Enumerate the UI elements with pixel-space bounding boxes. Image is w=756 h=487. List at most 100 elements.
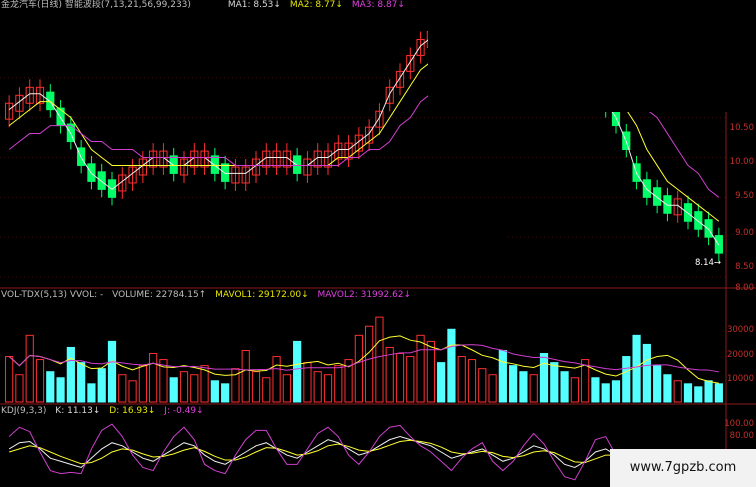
volume-bar <box>282 374 291 403</box>
volume-bar <box>714 383 723 403</box>
ma3-readout: MA3: 8.87↓ <box>351 0 405 10</box>
volume-bar <box>15 374 24 403</box>
volume-bar <box>365 325 374 403</box>
volume-bar <box>107 340 117 403</box>
candle-body <box>663 195 672 214</box>
price-tick-label: 8.50 <box>735 262 754 272</box>
volume-bar <box>375 316 384 403</box>
kdj-k-readout: K: 11.13↓ <box>55 406 101 416</box>
kdj-d-readout: D: 16.93↓ <box>109 406 156 416</box>
volume-bar <box>457 356 466 403</box>
volume-bar <box>293 340 302 403</box>
volume-bar <box>447 328 456 403</box>
volume-header: VOL-TDX(5,13) VVOL: - VOLUME: 22784.15↑ … <box>1 290 417 301</box>
volume-bar <box>272 356 281 403</box>
volume-tick-label: 20000 <box>726 350 754 360</box>
volume-readout: VOLUME: 22784.15↑ <box>112 290 207 300</box>
volume-bar <box>313 371 322 403</box>
kdj-label: KDJ(9,3,3) <box>1 406 47 416</box>
volume-bar <box>570 377 579 403</box>
volume-label: VOL-TDX(5,13) VVOL: - <box>1 290 104 300</box>
volume-bar <box>66 346 75 403</box>
watermark-badge: www.7gpzb.com <box>610 449 756 487</box>
volume-tick-label: 30000 <box>726 325 754 335</box>
volume-bar <box>663 374 672 403</box>
volume-bar <box>437 362 446 403</box>
occluding-black-box <box>250 222 505 263</box>
volume-bar <box>704 380 713 403</box>
price-tick-label: 9.50 <box>735 191 754 201</box>
volume-bar <box>118 374 127 403</box>
volume-bar <box>87 383 96 403</box>
candle-body <box>694 211 703 230</box>
candle-body <box>46 91 55 111</box>
candle-body <box>221 163 230 182</box>
volume-bar <box>179 371 189 403</box>
volume-bar <box>632 334 641 403</box>
candle-body <box>653 187 662 206</box>
volume-bar <box>683 383 693 403</box>
mavol2-readout: MAVOL2: 31992.62↓ <box>317 290 412 300</box>
main-header: 金龙汽车(日线) 智能波段(7,13,21,56,99,233) MA1: 8.… <box>1 0 411 11</box>
price-tick-label: 8.00 <box>735 283 754 293</box>
volume-bar <box>601 383 610 403</box>
candle-body <box>210 155 219 174</box>
volume-bar <box>5 356 14 403</box>
volume-bar <box>478 368 487 403</box>
volume-bar <box>694 386 703 403</box>
volume-bar <box>611 380 621 403</box>
volume-bar <box>251 371 261 403</box>
volume-bar <box>138 365 147 403</box>
price-tick-label: 10.00 <box>729 157 754 167</box>
volume-bar <box>591 377 600 403</box>
candle-body <box>169 155 178 174</box>
volume-bar <box>529 374 538 403</box>
volume-bar <box>25 334 34 403</box>
volume-tick-label: 10000 <box>726 374 754 384</box>
ma1-readout: MA1: 8.53↓ <box>227 0 281 10</box>
volume-bar <box>35 359 45 403</box>
candle-body <box>293 155 302 174</box>
kdj-header: KDJ(9,3,3) K: 11.13↓ D: 16.93↓ J: -0.49↓ <box>1 406 210 417</box>
volume-bar <box>210 380 219 403</box>
volume-bar <box>416 334 425 403</box>
volume-bar <box>560 371 569 403</box>
kdj-tick-label: 100.00 <box>724 419 754 429</box>
candle-body <box>97 171 106 190</box>
volume-bar <box>519 371 528 403</box>
main-title: 金龙汽车(日线) 智能波段(7,13,21,56,99,233) <box>1 0 191 10</box>
volume-bar <box>354 334 363 403</box>
volume-bar <box>46 371 55 403</box>
volume-bar <box>262 377 271 403</box>
volume-bar <box>149 353 158 403</box>
volume-bar <box>550 362 559 403</box>
price-tick-label: 10.50 <box>729 123 754 133</box>
volume-bar <box>97 368 106 403</box>
volume-bar <box>169 377 178 403</box>
volume-bar <box>488 374 497 403</box>
volume-bar <box>642 343 651 403</box>
last-price-marker: 8.14→ <box>695 258 722 268</box>
kdj-tick-label: 80.00 <box>729 431 754 441</box>
volume-bar <box>653 365 662 403</box>
volume-bar <box>498 349 507 403</box>
volume-bar <box>426 340 435 403</box>
kdj-j-readout: J: -0.49↓ <box>164 406 204 416</box>
volume-bar <box>190 374 199 403</box>
volume-bar <box>77 362 86 403</box>
candle-body <box>107 179 117 198</box>
volume-bar <box>334 365 343 403</box>
volume-bar <box>539 353 549 403</box>
volume-bar <box>467 359 477 403</box>
volume-bar <box>128 380 137 403</box>
price-tick-label: 9.00 <box>735 228 754 238</box>
volume-bar <box>323 374 333 403</box>
volume-bar <box>406 356 415 403</box>
chart-window: 金龙汽车(日线) 智能波段(7,13,21,56,99,233) MA1: 8.… <box>0 0 756 487</box>
occluding-black-box <box>428 0 756 112</box>
candle-body <box>683 203 693 222</box>
volume-bar <box>395 353 405 403</box>
volume-bar <box>673 380 682 403</box>
volume-bar <box>241 349 250 403</box>
volume-bar <box>509 365 518 403</box>
